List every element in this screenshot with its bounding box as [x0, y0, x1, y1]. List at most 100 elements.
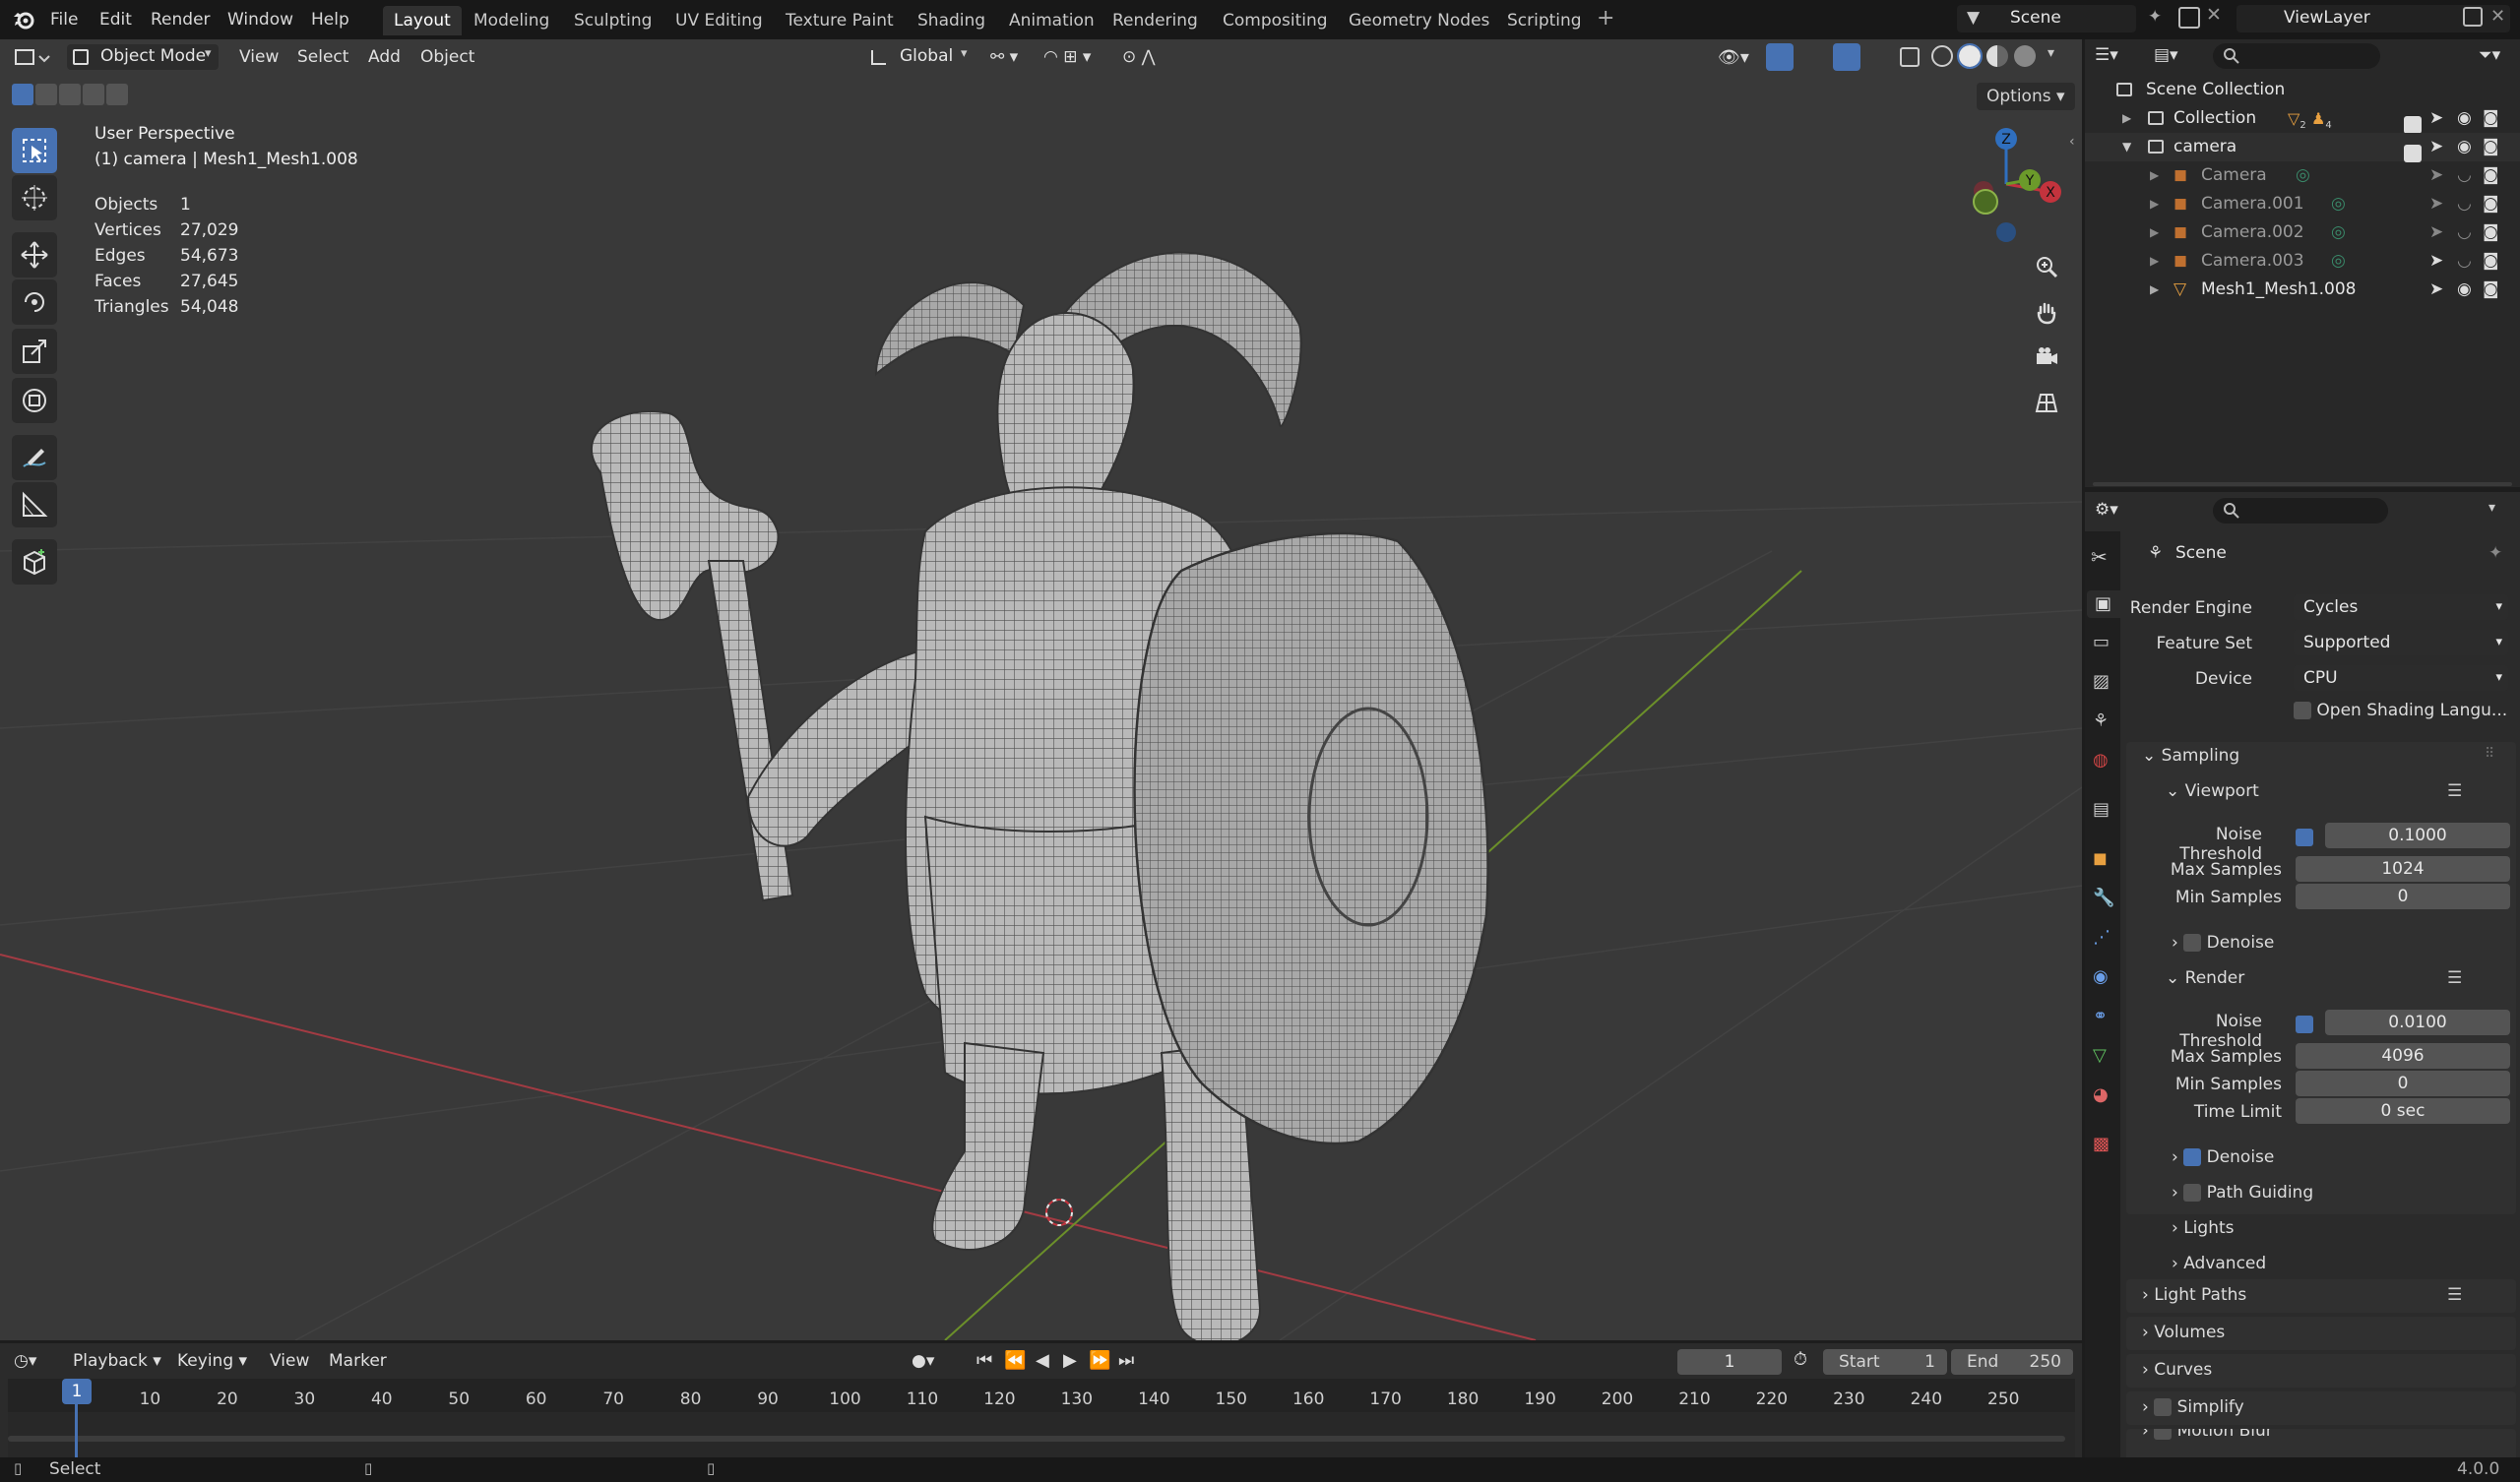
tab-sculpting[interactable]: Sculpting: [563, 6, 662, 35]
3d-viewport[interactable]: Object Mode ▾ View Select Add Object Glo…: [0, 39, 2082, 1340]
transform-orientation-dropdown[interactable]: Global ▾: [866, 44, 976, 70]
material-tab-icon[interactable]: ◕: [2093, 1084, 2109, 1105]
select-arrow-icon[interactable]: ➤: [2429, 104, 2443, 133]
presets-icon[interactable]: ☰: [2447, 781, 2462, 801]
view-layer-tab-icon[interactable]: ▨: [2093, 671, 2110, 692]
object-tab-icon[interactable]: ◼: [2093, 848, 2108, 869]
select-intersect-icon[interactable]: [106, 84, 128, 105]
menu-view[interactable]: View: [270, 1351, 309, 1371]
rendered-shading-icon[interactable]: [2014, 45, 2036, 67]
blender-logo-icon[interactable]: [12, 8, 35, 31]
vp-max-samples-field[interactable]: 1024: [2296, 856, 2510, 882]
menu-render[interactable]: Render: [151, 6, 211, 33]
render-engine-dropdown[interactable]: Cycles ▾: [2294, 594, 2508, 620]
cursor-tool[interactable]: [12, 175, 57, 220]
tab-rendering[interactable]: Rendering: [1102, 6, 1209, 35]
pan-hand-icon[interactable]: [2030, 295, 2063, 329]
select-arrow-icon[interactable]: ➤: [2429, 161, 2443, 190]
select-new-icon[interactable]: [12, 84, 33, 105]
outliner-row-collection[interactable]: ▶ Collection ▽2 ♟4 ➤ ◉ ◙: [2085, 104, 2520, 134]
select-arrow-icon[interactable]: ➤: [2429, 190, 2443, 218]
vp-noise-threshold-field[interactable]: 0.1000: [2325, 823, 2510, 848]
motion-blur-checkbox[interactable]: [2154, 1429, 2173, 1440]
light-paths-header[interactable]: › Light Paths: [2142, 1285, 2246, 1305]
drag-handle-icon[interactable]: ⠿: [2485, 746, 2494, 762]
vp-denoise-checkbox[interactable]: [2183, 934, 2202, 952]
mesh-model[interactable]: [551, 207, 1536, 1340]
render-camera-icon[interactable]: ◙: [2483, 161, 2499, 190]
properties-search-input[interactable]: [2213, 498, 2388, 524]
menu-edit[interactable]: Edit: [99, 6, 132, 33]
scene-tab-icon[interactable]: ⚘: [2093, 710, 2109, 731]
menu-add[interactable]: Add: [368, 44, 401, 70]
select-invert-icon[interactable]: [83, 84, 104, 105]
render-tab-icon[interactable]: ▣: [2087, 590, 2120, 618]
render-camera-icon[interactable]: ◙: [2483, 218, 2499, 247]
outliner-row-object[interactable]: ▶ ◼ Camera.003 ◎ ➤ ◡ ◙: [2085, 247, 2520, 276]
presets-icon[interactable]: ☰: [2447, 968, 2462, 988]
current-frame-field[interactable]: 1: [1677, 1349, 1782, 1375]
texture-tab-icon[interactable]: ▩: [2093, 1134, 2110, 1154]
jump-keyframe-forward-icon[interactable]: ⏩: [1089, 1350, 1110, 1371]
vp-min-samples-field[interactable]: 0: [2296, 884, 2510, 909]
scale-tool[interactable]: [12, 329, 57, 374]
navigation-gizmo[interactable]: Z X Y: [1944, 123, 2072, 251]
mode-dropdown[interactable]: Object Mode ▾: [67, 44, 219, 70]
noise-threshold-checkbox[interactable]: [2296, 1014, 2313, 1033]
r-denoise-checkbox[interactable]: [2183, 1148, 2202, 1166]
annotate-tool[interactable]: [12, 435, 57, 480]
new-viewlayer-icon[interactable]: [2463, 7, 2483, 27]
advanced-subpanel-header[interactable]: › Advanced: [2172, 1254, 2266, 1273]
tab-layout[interactable]: Layout: [383, 6, 462, 35]
motion-blur-header[interactable]: › Motion Blur: [2142, 1429, 2273, 1441]
tab-modeling[interactable]: Modeling: [463, 6, 560, 35]
menu-select[interactable]: Select: [297, 44, 348, 70]
constraints-tab-icon[interactable]: ⚭: [2093, 1006, 2108, 1026]
chevron-down-icon[interactable]: ▾: [2048, 45, 2054, 61]
expand-arrow-icon[interactable]: ▶: [2122, 104, 2131, 133]
eye-icon[interactable]: ◉: [2457, 133, 2472, 161]
gizmo-toggle-icon[interactable]: [1766, 43, 1794, 71]
rotate-tool[interactable]: [12, 279, 57, 325]
camera-view-icon[interactable]: [2030, 340, 2063, 374]
material-shading-icon[interactable]: [1986, 45, 2008, 67]
select-arrow-icon[interactable]: ➤: [2429, 133, 2443, 161]
menu-file[interactable]: File: [50, 6, 78, 33]
3d-cursor-icon[interactable]: [1041, 1195, 1077, 1230]
tab-geometry-nodes[interactable]: Geometry Nodes: [1338, 6, 1500, 35]
timeline-editor-type-icon[interactable]: ◷▾: [14, 1351, 36, 1371]
curves-header[interactable]: › Curves: [2142, 1360, 2212, 1380]
scene-selector[interactable]: ▼ Scene ✦: [1957, 5, 2162, 32]
modifier-tab-icon[interactable]: 🔧: [2093, 888, 2114, 908]
add-workspace-icon[interactable]: +: [1597, 6, 1614, 31]
viewlayer-selector[interactable]: ViewLayer ✕: [2236, 5, 2510, 32]
menu-window[interactable]: Window: [227, 6, 293, 33]
pin-icon[interactable]: ✦: [2148, 7, 2162, 27]
eye-icon[interactable]: ◡: [2457, 161, 2472, 190]
outliner-row-object[interactable]: ▶ ▽ Mesh1_Mesh1.008 ➤ ◉ ◙: [2085, 276, 2520, 304]
start-frame-field[interactable]: Start 1: [1823, 1349, 1947, 1375]
sidebar-toggle-icon[interactable]: ‹: [2069, 134, 2075, 150]
play-icon[interactable]: ▶: [1063, 1350, 1077, 1371]
path-guiding-checkbox[interactable]: [2183, 1184, 2202, 1202]
keyframe-area[interactable]: [8, 1412, 2075, 1457]
menu-playback[interactable]: Playback ▾: [73, 1351, 161, 1371]
eye-icon[interactable]: ◡: [2457, 218, 2472, 247]
timeline-scrollbar[interactable]: [8, 1436, 2065, 1442]
outliner-row-object[interactable]: ▶ ◼ Camera.001 ◎ ➤ ◡ ◙: [2085, 190, 2520, 218]
snap-icon[interactable]: ◠ ⊞ ▾: [1043, 47, 1091, 67]
playhead-marker[interactable]: 1: [62, 1379, 92, 1404]
expand-arrow-icon[interactable]: ▶: [2150, 276, 2159, 304]
menu-help[interactable]: Help: [311, 6, 349, 33]
pin-icon[interactable]: ✦: [2488, 543, 2502, 563]
outliner-row-camera-collection[interactable]: ▼ camera ➤ ◉ ◙: [2085, 133, 2520, 162]
simplify-checkbox[interactable]: [2154, 1398, 2173, 1416]
expand-arrow-icon[interactable]: ▶: [2150, 218, 2159, 247]
outliner-row-scene-collection[interactable]: Scene Collection: [2085, 76, 2520, 104]
new-scene-icon[interactable]: [2178, 7, 2200, 29]
outliner-row-object[interactable]: ▶ ◼ Camera ◎ ➤ ◡ ◙: [2085, 161, 2520, 190]
select-arrow-icon[interactable]: ➤: [2429, 276, 2443, 304]
presets-icon[interactable]: ☰: [2447, 1285, 2462, 1305]
device-dropdown[interactable]: CPU ▾: [2294, 665, 2508, 691]
lights-subpanel-header[interactable]: › Lights: [2172, 1218, 2235, 1238]
